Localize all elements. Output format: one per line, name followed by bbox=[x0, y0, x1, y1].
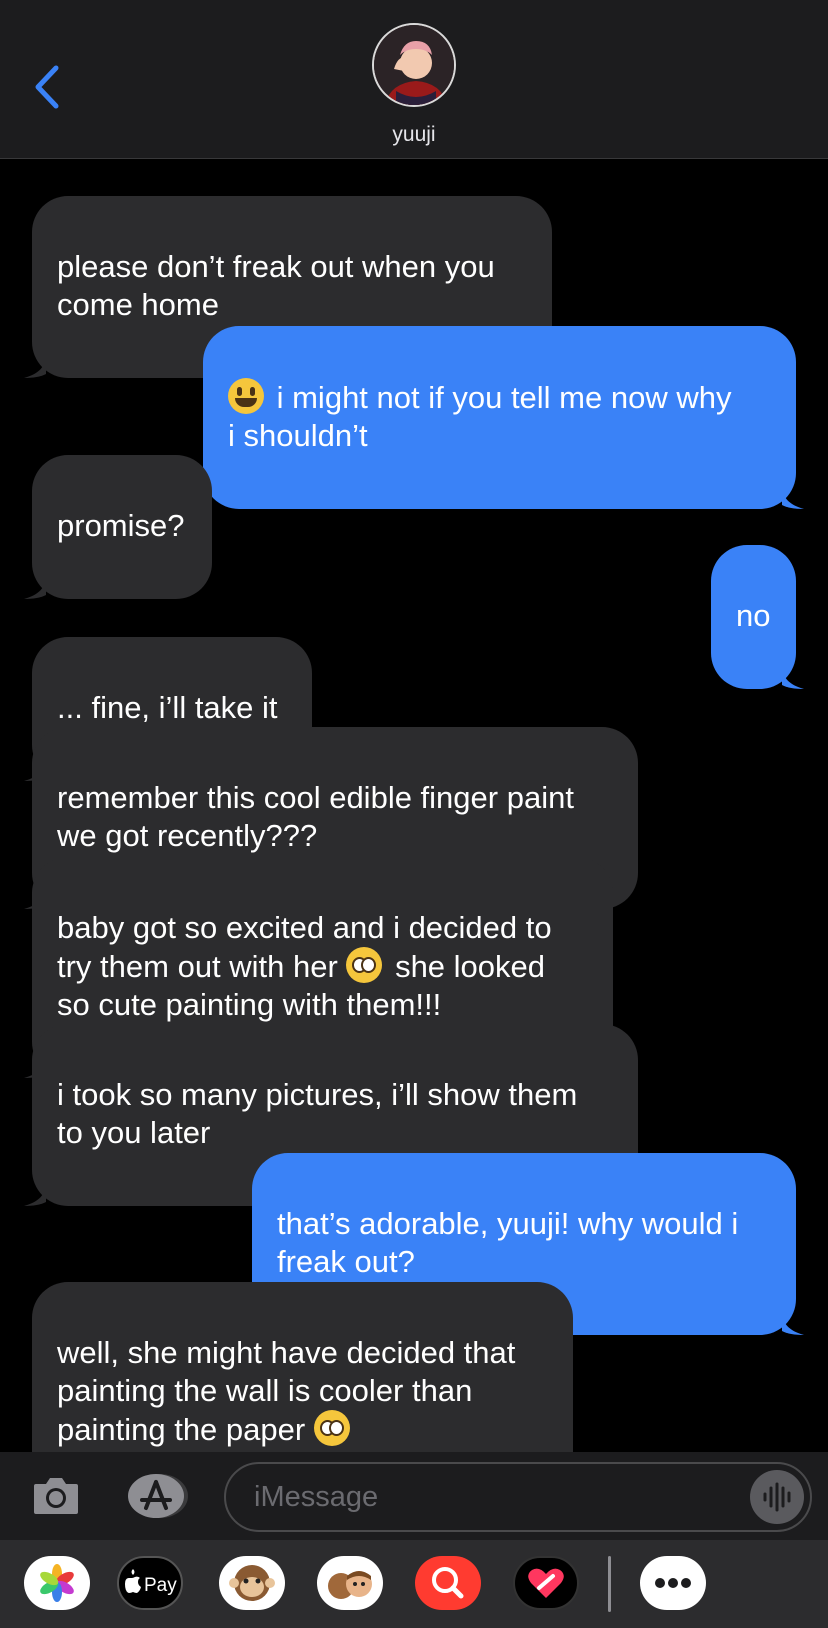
waveform-icon bbox=[763, 1482, 791, 1512]
grinning-face-emoji-icon bbox=[228, 378, 264, 414]
drawer-divider bbox=[608, 1556, 611, 1612]
contact-avatar[interactable] bbox=[372, 23, 456, 107]
app-store-icon[interactable] bbox=[126, 1472, 190, 1520]
digital-touch-app-icon[interactable] bbox=[513, 1556, 579, 1610]
message-text: i took so many pictures, i’ll show them … bbox=[57, 1077, 578, 1150]
bubble-tail bbox=[782, 1315, 804, 1335]
conversation-header: yuuji bbox=[0, 0, 828, 159]
back-chevron-icon[interactable] bbox=[30, 62, 66, 112]
outgoing-message[interactable]: i might not if you tell me now why i sho… bbox=[203, 326, 804, 509]
more-apps-icon[interactable] bbox=[640, 1556, 706, 1610]
message-thread: please don’t freak out when you come hom… bbox=[0, 160, 828, 1503]
pleading-face-emoji-icon bbox=[313, 1410, 350, 1446]
message-text: please don’t freak out when you come hom… bbox=[57, 249, 495, 322]
images-search-app-icon[interactable] bbox=[415, 1556, 481, 1610]
message-text: no bbox=[736, 598, 771, 633]
bubble-tail bbox=[782, 669, 804, 689]
message-input[interactable] bbox=[254, 1476, 714, 1518]
message-text: ... fine, i’ll take it bbox=[57, 690, 278, 725]
bubble-tail bbox=[24, 358, 46, 378]
pleading-face-emoji-icon bbox=[346, 947, 383, 983]
message-text: promise? bbox=[57, 508, 185, 543]
message-text: that’s adorable, yuuji! why would i frea… bbox=[277, 1206, 739, 1279]
bubble-tail bbox=[782, 489, 804, 509]
contact-name[interactable]: yuuji bbox=[0, 123, 828, 147]
message-text: i might not if you tell me now why i sho… bbox=[228, 380, 732, 453]
compose-bar bbox=[0, 1452, 828, 1540]
audio-message-button[interactable] bbox=[750, 1470, 804, 1524]
outgoing-message[interactable]: no bbox=[711, 545, 804, 689]
imessage-input-field[interactable] bbox=[224, 1462, 812, 1532]
bubble-tail bbox=[24, 1186, 46, 1206]
message-text: remember this cool edible finger paint w… bbox=[57, 780, 574, 853]
camera-icon[interactable] bbox=[32, 1474, 80, 1516]
bubble-tail bbox=[24, 579, 46, 599]
photos-app-icon[interactable] bbox=[24, 1556, 90, 1610]
memoji-stickers-app-icon[interactable] bbox=[219, 1556, 285, 1610]
apple-pay-label: Pay bbox=[144, 1575, 177, 1596]
apple-pay-app-icon[interactable]: Pay bbox=[117, 1556, 183, 1610]
app-drawer: Pay bbox=[0, 1540, 828, 1628]
animoji-app-icon[interactable] bbox=[317, 1556, 383, 1610]
message-text: well, she might have decided that painti… bbox=[57, 1335, 516, 1447]
incoming-message[interactable]: promise? bbox=[24, 455, 212, 599]
